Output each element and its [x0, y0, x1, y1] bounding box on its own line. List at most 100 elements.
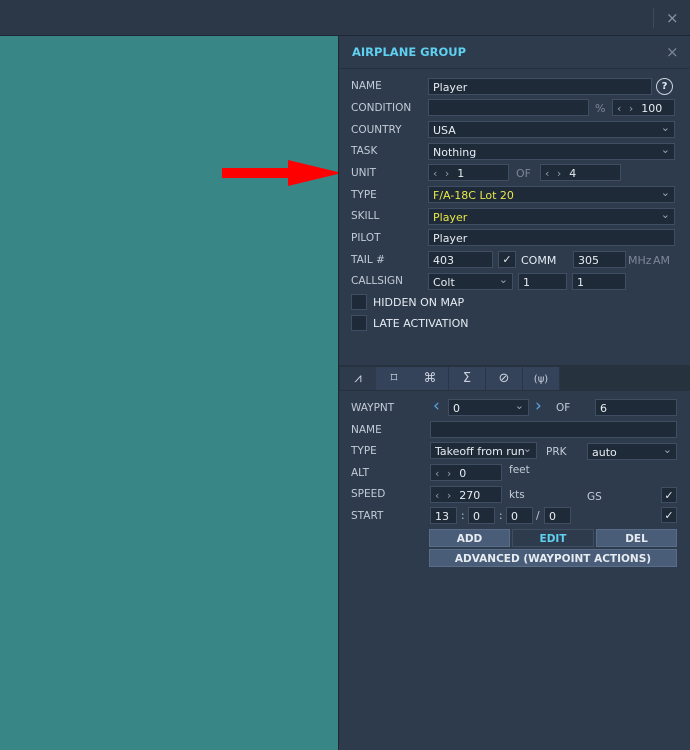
- prev-waypoint-icon[interactable]: ‹: [433, 396, 440, 416]
- speed-value: 270: [459, 489, 481, 502]
- time-separator: :: [461, 510, 465, 522]
- tail-input[interactable]: 403: [428, 251, 493, 268]
- alt-value: 0: [459, 467, 467, 480]
- wp-name-label: NAME: [351, 424, 382, 436]
- advanced-waypoint-actions-button[interactable]: ADVANCED (WAYPOINT ACTIONS): [429, 549, 677, 567]
- callsign-value: Colt: [433, 276, 455, 289]
- am-label[interactable]: AM: [653, 254, 670, 267]
- task-label: TASK: [351, 145, 378, 157]
- wp-name-input[interactable]: [430, 421, 677, 438]
- waypnt-label: WAYPNT: [351, 402, 395, 414]
- unit-label: UNIT: [351, 167, 377, 179]
- skill-value: Player: [433, 211, 468, 224]
- unit-total: 4: [569, 167, 577, 180]
- command-icon: ⌘: [423, 371, 437, 386]
- tab-route[interactable]: ⩘: [340, 367, 377, 390]
- waypoint-value: 0: [453, 402, 460, 415]
- route-icon: ⩘: [354, 371, 362, 386]
- radio-antenna-icon: (ψ): [533, 374, 549, 385]
- waypoint-select[interactable]: 0: [448, 399, 529, 416]
- gs-label: GS: [587, 491, 602, 503]
- tab-target[interactable]: ⌑: [376, 367, 413, 390]
- start-minutes-input[interactable]: 0: [468, 507, 495, 524]
- wp-type-label: TYPE: [351, 445, 377, 457]
- tab-triggered-actions[interactable]: ⌘: [412, 367, 449, 390]
- unit-stepper[interactable]: ‹ › 1: [428, 164, 509, 181]
- task-value: Nothing: [433, 146, 477, 159]
- unit-total-stepper[interactable]: ‹ › 4: [540, 164, 621, 181]
- sigma-icon: Σ: [462, 371, 472, 386]
- top-bar: ×: [0, 0, 690, 36]
- callsign-num1-input[interactable]: 1: [518, 273, 567, 290]
- edit-button[interactable]: EDIT: [512, 529, 594, 547]
- country-select[interactable]: USA: [428, 121, 675, 138]
- mhz-label: MHz: [628, 254, 652, 267]
- speed-label: SPEED: [351, 488, 386, 500]
- panel-close-icon[interactable]: ×: [666, 43, 679, 61]
- late-activation-label: LATE ACTIVATION: [373, 317, 469, 330]
- name-label: NAME: [351, 80, 382, 92]
- day-separator: /: [536, 510, 540, 522]
- tab-summary[interactable]: Σ: [449, 367, 486, 390]
- country-value: USA: [433, 124, 456, 137]
- type-label: TYPE: [351, 189, 377, 201]
- skill-label: SKILL: [351, 210, 380, 222]
- alt-stepper[interactable]: ‹ › 0: [430, 464, 502, 481]
- task-select[interactable]: Nothing: [428, 143, 675, 160]
- panel-title: AIRPLANE GROUP: [352, 45, 467, 59]
- callsign-select[interactable]: Colt: [428, 273, 513, 290]
- prk-select[interactable]: auto: [587, 443, 677, 460]
- hidden-on-map-checkbox[interactable]: [351, 294, 367, 310]
- start-day-input[interactable]: 0: [544, 507, 571, 524]
- start-seconds-input[interactable]: 0: [506, 507, 533, 524]
- skill-select[interactable]: Player: [428, 208, 675, 225]
- type-select[interactable]: F/A-18C Lot 20: [428, 186, 675, 203]
- comm-input[interactable]: 305: [573, 251, 626, 268]
- tab-radio[interactable]: (ψ): [523, 367, 560, 390]
- start-label: START: [351, 510, 384, 522]
- percent-label: %: [595, 102, 606, 115]
- start-checkbox[interactable]: ✓: [661, 507, 677, 523]
- callsign-label: CALLSIGN: [351, 275, 403, 287]
- pilot-input[interactable]: Player: [428, 229, 675, 246]
- type-value: F/A-18C Lot 20: [433, 189, 514, 202]
- speed-unit: kts: [509, 489, 525, 501]
- condition-label: CONDITION: [351, 102, 412, 114]
- unit-value: 1: [457, 167, 465, 180]
- condition-stepper[interactable]: ‹ › 100: [612, 99, 675, 116]
- red-arrow-annotation: [222, 160, 342, 186]
- add-button[interactable]: ADD: [429, 529, 510, 547]
- condition-pct: 100: [641, 102, 663, 115]
- start-hours-input[interactable]: 13: [430, 507, 457, 524]
- alt-label: ALT: [351, 467, 370, 479]
- map-area[interactable]: [0, 36, 338, 750]
- prk-label: PRK: [546, 446, 567, 458]
- late-activation-checkbox[interactable]: [351, 315, 367, 331]
- pilot-label: PILOT: [351, 232, 381, 244]
- close-icon[interactable]: ×: [666, 9, 679, 27]
- tail-label: TAIL #: [351, 254, 385, 266]
- name-input[interactable]: Player: [428, 78, 652, 95]
- gs-checkbox[interactable]: ✓: [661, 487, 677, 503]
- callsign-num2-input[interactable]: 1: [572, 273, 626, 290]
- waypoint-of-label: OF: [556, 402, 571, 414]
- wp-type-value: Takeoff from run: [435, 445, 525, 458]
- tab-payload[interactable]: ⊘: [486, 367, 523, 390]
- alt-unit: feet: [509, 464, 530, 476]
- next-waypoint-icon[interactable]: ›: [535, 396, 542, 416]
- time-separator: :: [499, 510, 503, 522]
- waypoint-total: 6: [595, 399, 677, 416]
- country-label: COUNTRY: [351, 124, 402, 136]
- help-icon[interactable]: ?: [656, 78, 673, 95]
- comm-label: COMM: [521, 254, 557, 267]
- hidden-on-map-label: HIDDEN ON MAP: [373, 296, 465, 309]
- comm-checkbox[interactable]: ✓: [498, 251, 516, 268]
- speed-stepper[interactable]: ‹ › 270: [430, 486, 502, 503]
- prohibited-icon: ⊘: [498, 371, 510, 386]
- target-icon: ⌑: [390, 371, 398, 386]
- wp-type-select[interactable]: Takeoff from run: [430, 442, 537, 459]
- condition-input[interactable]: [428, 99, 589, 116]
- prk-value: auto: [592, 446, 617, 459]
- del-button[interactable]: DEL: [596, 529, 677, 547]
- unit-of-label: OF: [516, 167, 531, 180]
